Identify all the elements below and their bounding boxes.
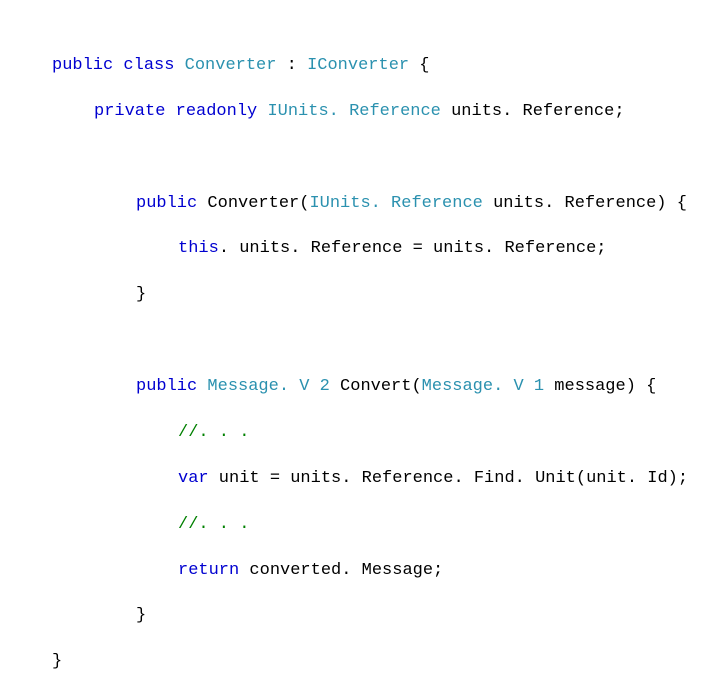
code-block: public class Converter : IConverter { pr… (0, 0, 720, 697)
blank-line (52, 147, 680, 170)
keyword-private: private (94, 102, 165, 121)
code-line-3: public Converter(IUnits. Reference units… (52, 193, 680, 216)
type-converter: Converter (185, 56, 277, 75)
type-messagev2: Message. V 2 (207, 377, 329, 396)
code-line-5: } (52, 284, 680, 307)
code-text: converted. Message; (239, 561, 443, 580)
code-text: { (409, 56, 429, 75)
close-brace: } (52, 652, 62, 671)
type-iunitsref: IUnits. Reference (267, 102, 440, 121)
code-text: Convert( (330, 377, 422, 396)
code-line-12: } (52, 651, 680, 674)
code-line-8: var unit = units. Reference. Find. Unit(… (52, 468, 680, 491)
code-line-9: //. . . (52, 514, 680, 537)
keyword-public: public (52, 56, 113, 75)
code-text: . units. Reference = units. Reference; (219, 239, 607, 258)
code-line-6: public Message. V 2 Convert(Message. V 1… (52, 376, 680, 399)
code-text: units. Reference) { (483, 194, 687, 213)
keyword-public: public (136, 377, 197, 396)
comment: //. . . (178, 423, 249, 442)
keyword-this: this (178, 239, 219, 258)
close-brace: } (52, 284, 146, 307)
code-text: units. Reference; (441, 102, 625, 121)
code-line-10: return converted. Message; (52, 560, 680, 583)
code-line-4: this. units. Reference = units. Referenc… (52, 238, 680, 261)
type-iunitsref: IUnits. Reference (309, 194, 482, 213)
keyword-public: public (136, 194, 197, 213)
comment: //. . . (178, 515, 249, 534)
blank-line (52, 330, 680, 353)
code-line-2: private readonly IUnits. Reference units… (52, 101, 680, 124)
keyword-var: var (178, 469, 209, 488)
code-text (197, 377, 207, 396)
code-line-11: } (52, 605, 680, 628)
close-brace: } (52, 605, 146, 628)
keyword-readonly: readonly (176, 102, 258, 121)
keyword-return: return (178, 561, 239, 580)
code-line-1: public class Converter : IConverter { (52, 55, 680, 78)
code-text: message) { (544, 377, 656, 396)
code-text: Converter( (197, 194, 309, 213)
keyword-class: class (123, 56, 174, 75)
code-text: : (276, 56, 307, 75)
code-line-7: //. . . (52, 422, 680, 445)
code-text: unit = units. Reference. Find. Unit(unit… (209, 469, 688, 488)
type-iconverter: IConverter (307, 56, 409, 75)
type-messagev1: Message. V 1 (422, 377, 544, 396)
